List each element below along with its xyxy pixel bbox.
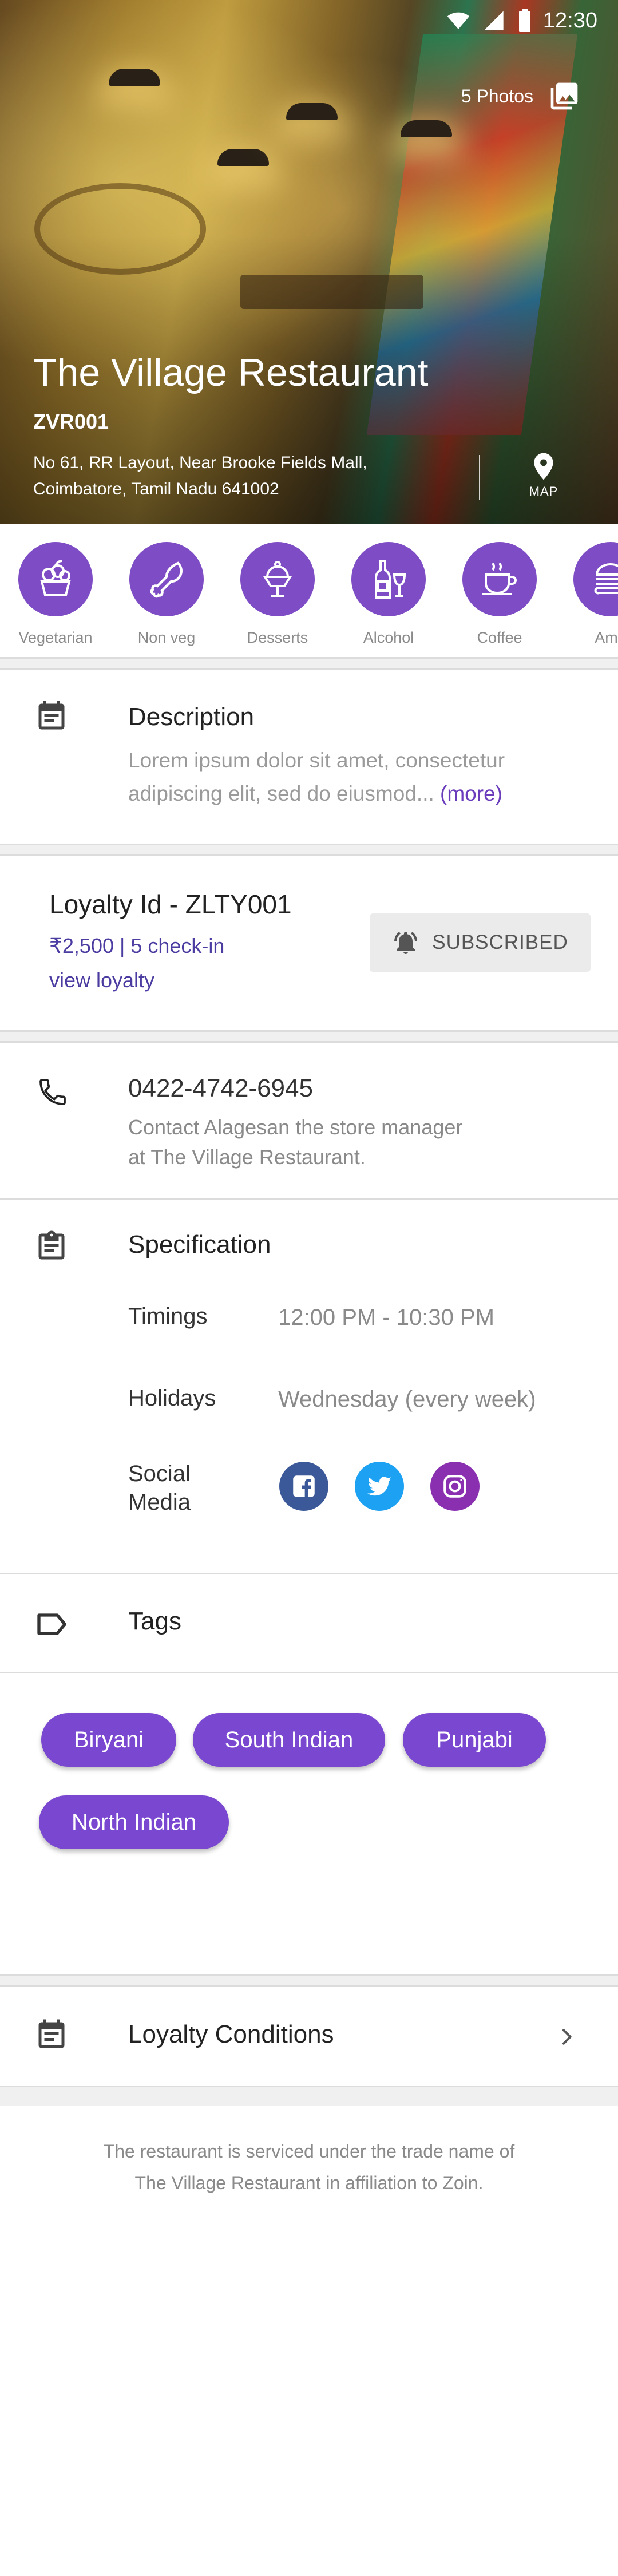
category-row[interactable]: Vegetarian Non veg Desserts Alcohol Coff… bbox=[0, 524, 618, 655]
calendar-icon bbox=[38, 701, 65, 730]
twitter-icon bbox=[367, 1477, 391, 1496]
restaurant-code: ZVR001 bbox=[33, 410, 109, 433]
category-american[interactable]: Ame bbox=[555, 524, 618, 655]
twitter-button[interactable] bbox=[355, 1462, 404, 1511]
cell-signal-icon bbox=[484, 11, 504, 30]
footer-note: The restaurant is serviced under the tra… bbox=[103, 2141, 515, 2193]
clipboard-icon bbox=[38, 1230, 65, 1260]
divider bbox=[0, 1198, 618, 1200]
loyalty-summary: ₹2,500 | 5 check-in bbox=[49, 934, 225, 957]
wifi-icon bbox=[447, 12, 470, 29]
tag-chip[interactable]: South Indian bbox=[193, 1713, 385, 1767]
battery-icon bbox=[518, 9, 530, 32]
calendar-icon bbox=[38, 2019, 65, 2048]
wine-bottle-icon bbox=[375, 560, 406, 599]
category-vegetarian[interactable]: Vegetarian bbox=[0, 524, 111, 655]
section-separator bbox=[0, 1974, 618, 1987]
description-text: Lorem ipsum dolor sit amet, consectetur … bbox=[128, 749, 505, 805]
holidays-value: Wednesday (every week) bbox=[278, 1387, 536, 1412]
loyalty-conditions-row[interactable]: Loyalty Conditions bbox=[0, 1988, 618, 2086]
category-coffee[interactable]: Coffee bbox=[444, 524, 555, 655]
section-separator bbox=[0, 1030, 618, 1043]
divider bbox=[0, 1573, 618, 1574]
tags-title: Tags bbox=[128, 1607, 181, 1635]
divider bbox=[0, 1672, 618, 1673]
phone-number[interactable]: 0422-4742-6945 bbox=[128, 1074, 313, 1103]
burger-icon bbox=[594, 563, 618, 595]
description-title: Description bbox=[128, 703, 255, 731]
loyalty-conditions-title: Loyalty Conditions bbox=[128, 2020, 334, 2048]
specification-title: Specification bbox=[128, 1230, 271, 1259]
loyalty-id: Loyalty Id - ZLTY001 bbox=[49, 889, 292, 919]
restaurant-address: No 61, RR Layout, Near Brooke Fields Mal… bbox=[33, 453, 367, 498]
subscribed-button[interactable]: SUBSCRIBED bbox=[370, 913, 591, 972]
vegetarian-icon bbox=[40, 560, 71, 596]
photos-count-label: 5 Photos bbox=[461, 85, 533, 106]
gallery-icon bbox=[550, 82, 578, 110]
status-time: 12:30 bbox=[542, 8, 597, 33]
hero-image[interactable]: 12:30 5 Photos The Village Restaurant ZV… bbox=[0, 0, 618, 524]
phone-icon bbox=[39, 1079, 66, 1105]
section-separator bbox=[0, 2086, 618, 2106]
subscribed-label: SUBSCRIBED bbox=[432, 931, 568, 953]
category-non-veg[interactable]: Non veg bbox=[111, 524, 222, 655]
category-desserts[interactable]: Desserts bbox=[222, 524, 333, 655]
photos-button[interactable]: 5 Photos bbox=[461, 80, 580, 112]
bell-ringing-icon bbox=[394, 932, 418, 954]
section-separator bbox=[0, 657, 618, 670]
location-pin-icon bbox=[534, 453, 553, 480]
map-label: MAP bbox=[529, 484, 558, 498]
coffee-cup-icon bbox=[482, 562, 517, 595]
hero-divider bbox=[479, 455, 480, 500]
social-media-label: Social Media bbox=[128, 1461, 191, 1515]
facebook-icon bbox=[293, 1475, 315, 1497]
holidays-label: Holidays bbox=[128, 1386, 216, 1411]
tag-chip[interactable]: Punjabi bbox=[403, 1713, 546, 1767]
timings-label: Timings bbox=[128, 1304, 208, 1329]
instagram-button[interactable] bbox=[430, 1462, 480, 1511]
chevron-right-icon[interactable] bbox=[555, 2023, 578, 2051]
restaurant-name: The Village Restaurant bbox=[33, 351, 429, 394]
category-alcohol[interactable]: Alcohol bbox=[333, 524, 444, 655]
ice-cream-icon bbox=[263, 561, 292, 597]
map-button[interactable]: MAP bbox=[515, 452, 572, 499]
instagram-icon bbox=[443, 1475, 466, 1498]
tag-chip[interactable]: Biryani bbox=[41, 1713, 176, 1767]
section-separator bbox=[0, 844, 618, 856]
view-loyalty-link[interactable]: view loyalty bbox=[49, 968, 154, 992]
contact-note: Contact Alagesan the store manager at Th… bbox=[128, 1115, 463, 1169]
tag-chip[interactable]: North Indian bbox=[39, 1795, 229, 1849]
more-link[interactable]: (more) bbox=[440, 782, 502, 805]
timings-value: 12:00 PM - 10:30 PM bbox=[278, 1305, 494, 1330]
chicken-leg-icon bbox=[150, 561, 183, 598]
tag-icon bbox=[37, 1613, 66, 1635]
status-bar: 12:30 bbox=[0, 0, 618, 41]
facebook-button[interactable] bbox=[279, 1462, 328, 1511]
hero-overlay bbox=[0, 0, 618, 524]
